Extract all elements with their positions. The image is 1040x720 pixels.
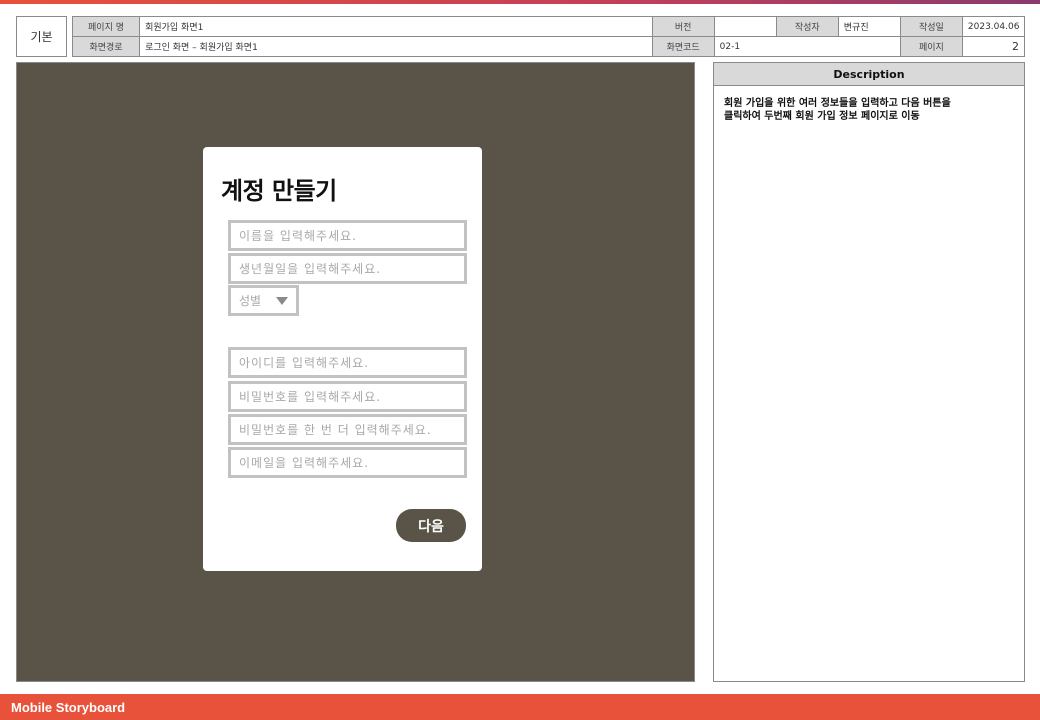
path-value: 로그인 화면 – 회원가입 화면1 [139, 36, 653, 57]
id-input[interactable]: 아이디를 입력해주세요. [228, 347, 467, 378]
footer-label: Mobile Storyboard [11, 699, 126, 715]
password-input[interactable]: 비밀번호를 입력해주세요. [228, 381, 467, 412]
page-number-label: 페이지 [899, 36, 963, 57]
next-button[interactable]: 다음 [396, 509, 466, 542]
screen-code-value: 02-1 [713, 36, 901, 57]
page-name-value: 회원가입 화면1 [139, 16, 653, 37]
screen-code-label: 화면코드 [651, 36, 715, 57]
gender-select-label: 성별 [239, 294, 262, 308]
description-panel: Description 회원 가입을 위한 여러 정보들을 입력하고 다음 버튼… [713, 62, 1025, 682]
path-label: 화면경로 [71, 36, 141, 57]
author-label: 작성자 [775, 16, 839, 37]
version-value [713, 16, 777, 37]
password-confirm-input[interactable]: 비밀번호를 한 번 더 입력해주세요. [228, 414, 467, 445]
date-value: 2023.04.06 [961, 16, 1026, 37]
top-accent-stripe [0, 0, 1040, 4]
screen-canvas: 계정 만들기 이름을 입력해주세요. 생년월일을 입력해주세요. 성별 아이디를… [16, 62, 695, 682]
birthdate-input[interactable]: 생년월일을 입력해주세요. [228, 253, 467, 284]
page-name-label: 페이지 명 [71, 16, 141, 37]
description-line-1: 회원 가입을 위한 여러 정보들을 입력하고 다음 버튼을 [724, 98, 951, 109]
date-label: 작성일 [899, 16, 963, 37]
description-line-2: 클릭하여 두번째 회원 가입 정보 페이지로 이동 [724, 111, 920, 122]
description-heading: Description [714, 63, 1024, 86]
email-input[interactable]: 이메일을 입력해주세요. [228, 447, 467, 478]
name-input[interactable]: 이름을 입력해주세요. [228, 220, 467, 251]
storyboard-kind: 기본 [16, 16, 67, 57]
signup-card: 계정 만들기 이름을 입력해주세요. 생년월일을 입력해주세요. 성별 아이디를… [203, 147, 482, 571]
author-value: 변규진 [837, 16, 901, 37]
page-number-value: 2 [961, 36, 1026, 57]
caret-down-icon [276, 296, 288, 305]
storyboard-meta-table: 페이지 명 회원가입 화면1 버전 작성자 변규진 작성일 2023.04.06… [71, 16, 1026, 57]
gender-select[interactable]: 성별 [228, 285, 299, 316]
signup-title: 계정 만들기 [221, 177, 337, 205]
description-text: 회원 가입을 위한 여러 정보들을 입력하고 다음 버튼을 클릭하여 두번째 회… [714, 86, 1024, 134]
version-label: 버전 [651, 16, 715, 37]
footer-bar: Mobile Storyboard [0, 694, 1040, 720]
